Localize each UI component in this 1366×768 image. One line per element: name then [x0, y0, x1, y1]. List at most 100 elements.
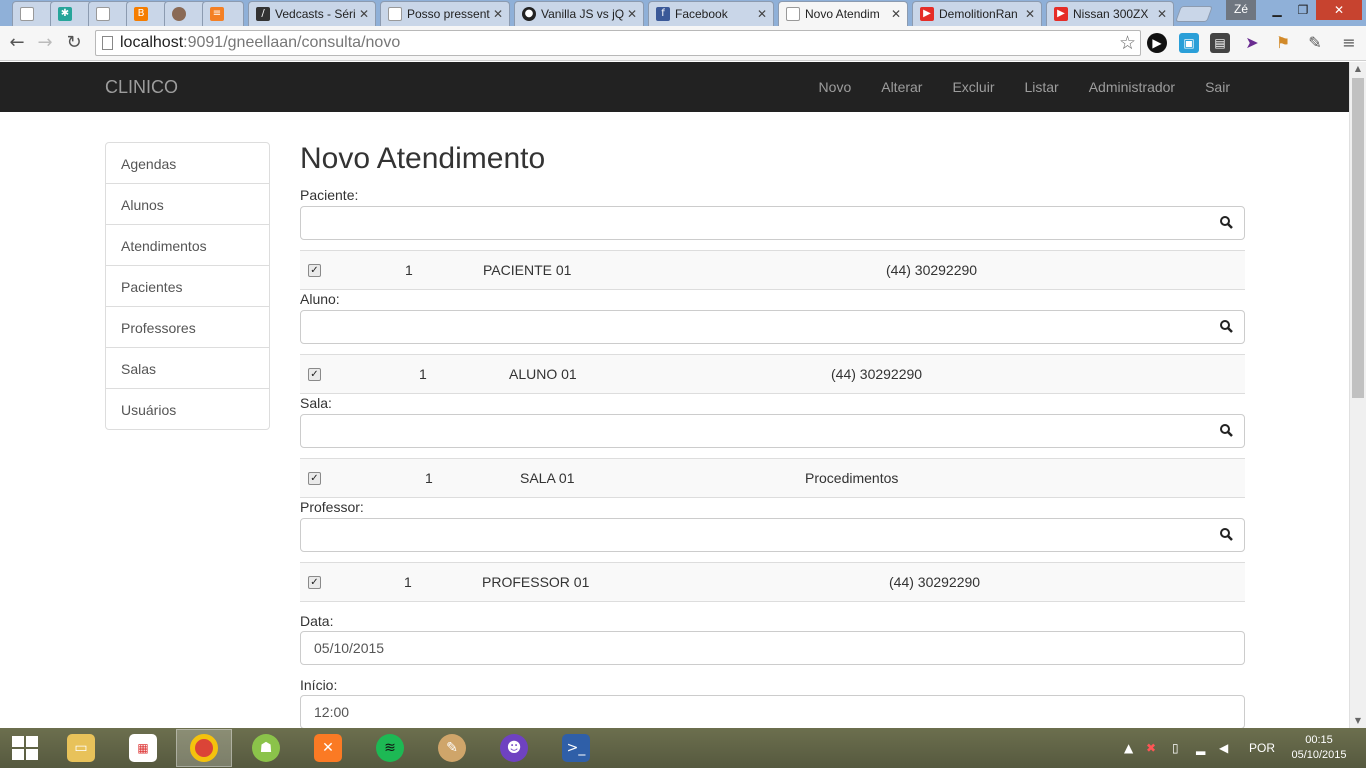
- taskbar-xampp[interactable]: ✕: [300, 729, 356, 767]
- taskbar-powershell[interactable]: >_: [548, 729, 604, 767]
- back-arrow-icon[interactable]: ←: [5, 31, 29, 55]
- nav-administrador[interactable]: Administrador: [1074, 62, 1190, 112]
- tab-title: DemolitionRan: [939, 7, 1018, 21]
- aluno-label: Aluno:: [300, 291, 340, 307]
- sidebar-item-usuarios[interactable]: Usuários: [105, 388, 270, 430]
- volume-icon[interactable]: ◀: [1219, 728, 1228, 768]
- close-icon[interactable]: ✕: [357, 7, 371, 21]
- professor-checkbox[interactable]: ✓: [308, 576, 321, 589]
- page-title: Novo Atendimento: [300, 142, 546, 175]
- tab-title: Posso pressent: [407, 7, 490, 21]
- forward-arrow-icon[interactable]: →: [33, 31, 57, 55]
- reload-icon[interactable]: ↻: [62, 31, 86, 55]
- taskbar-file-explorer[interactable]: ▭: [53, 729, 109, 767]
- browser-tab-1[interactable]: [12, 1, 54, 26]
- bookmark-star-icon[interactable]: ☆: [1119, 32, 1136, 54]
- taskbar-github-desktop[interactable]: ☻: [486, 729, 542, 767]
- sidebar-item-agendas[interactable]: Agendas: [105, 142, 270, 184]
- browser-tab-3[interactable]: [88, 1, 130, 26]
- browser-tab-4[interactable]: B: [126, 1, 168, 26]
- sidebar-item-pacientes[interactable]: Pacientes: [105, 265, 270, 307]
- menu-icon[interactable]: ≡: [1339, 33, 1359, 53]
- browser-tab-active[interactable]: Novo Atendim ✕: [778, 1, 908, 26]
- sidebar-item-atendimentos[interactable]: Atendimentos: [105, 224, 270, 266]
- close-icon[interactable]: ✕: [1023, 7, 1037, 21]
- nav-alterar[interactable]: Alterar: [866, 62, 937, 112]
- save-extension-icon[interactable]: ▣: [1179, 33, 1199, 53]
- sala-search-input[interactable]: [300, 414, 1245, 448]
- address-bar[interactable]: localhost:9091/gneellaan/consulta/novo ☆: [95, 30, 1141, 56]
- aluno-result-row[interactable]: ✓ 1 ALUNO 01 (44) 30292290: [300, 354, 1245, 394]
- taskbar-chrome[interactable]: [176, 729, 232, 767]
- sidebar-item-professores[interactable]: Professores: [105, 306, 270, 348]
- nav-listar[interactable]: Listar: [1009, 62, 1073, 112]
- sala-checkbox[interactable]: ✓: [308, 472, 321, 485]
- battery-icon[interactable]: ▯: [1172, 728, 1179, 768]
- aluno-checkbox[interactable]: ✓: [308, 368, 321, 381]
- signal-icon[interactable]: ▂: [1196, 728, 1205, 768]
- search-icon[interactable]: [1219, 215, 1235, 231]
- taskbar-paint[interactable]: ✎: [424, 729, 480, 767]
- browser-tab-12[interactable]: ▶ DemolitionRan ✕: [912, 1, 1042, 26]
- scroll-thumb[interactable]: [1352, 78, 1364, 398]
- play-extension-icon[interactable]: ▶: [1147, 33, 1167, 53]
- new-tab-button[interactable]: [1175, 6, 1213, 22]
- url-text[interactable]: localhost:9091/gneellaan/consulta/novo: [120, 34, 400, 52]
- close-icon[interactable]: ✕: [625, 7, 639, 21]
- close-icon[interactable]: ✕: [755, 7, 769, 21]
- browser-tab-9[interactable]: ● Vanilla JS vs jQ ✕: [514, 1, 644, 26]
- professor-label: Professor:: [300, 499, 364, 515]
- inicio-input[interactable]: 12:00: [300, 695, 1245, 728]
- nav-sair[interactable]: Sair: [1190, 62, 1245, 112]
- browser-tab-5[interactable]: [164, 1, 206, 26]
- browser-tab-13[interactable]: ▶ Nissan 300ZX ✕: [1046, 1, 1174, 26]
- film-extension-icon[interactable]: ▤: [1210, 33, 1230, 53]
- professor-search-input[interactable]: [300, 518, 1245, 552]
- taskbar-start-apps[interactable]: ▦: [115, 729, 171, 767]
- professor-result-row[interactable]: ✓ 1 PROFESSOR 01 (44) 30292290: [300, 562, 1245, 602]
- network-alert-icon[interactable]: ✖: [1146, 728, 1156, 768]
- nav-excluir[interactable]: Excluir: [937, 62, 1009, 112]
- browser-tab-10[interactable]: f Facebook ✕: [648, 1, 774, 26]
- scroll-down-icon[interactable]: ▼: [1350, 714, 1366, 728]
- search-icon[interactable]: [1219, 319, 1235, 335]
- paciente-search-input[interactable]: [300, 206, 1245, 240]
- system-clock[interactable]: 00:15 05/10/2015: [1284, 733, 1354, 763]
- scroll-up-icon[interactable]: ▲: [1350, 62, 1366, 76]
- window-close-icon[interactable]: ✕: [1316, 0, 1362, 20]
- sign-extension-icon[interactable]: ⚑: [1273, 33, 1293, 53]
- search-icon[interactable]: [1219, 527, 1235, 543]
- search-icon[interactable]: [1219, 423, 1235, 439]
- aluno-search-input[interactable]: [300, 310, 1245, 344]
- windows-start-icon[interactable]: [12, 736, 38, 760]
- page-scrollbar[interactable]: ▲ ▼: [1349, 62, 1366, 728]
- taskbar-spotify[interactable]: ≋: [362, 729, 418, 767]
- minimize-icon[interactable]: ▁: [1264, 0, 1290, 20]
- sidebar-item-alunos[interactable]: Alunos: [105, 183, 270, 225]
- taskbar-app-4[interactable]: ☗: [238, 729, 294, 767]
- brand[interactable]: CLINICO: [105, 77, 178, 98]
- browser-tab-8[interactable]: Posso pressent ✕: [380, 1, 510, 26]
- close-icon[interactable]: ✕: [1155, 7, 1169, 21]
- sala-result-row[interactable]: ✓ 1 SALA 01 Procedimentos: [300, 458, 1245, 498]
- paciente-id: 1: [405, 262, 413, 278]
- nav-novo[interactable]: Novo: [804, 62, 867, 112]
- close-icon[interactable]: ✕: [889, 7, 903, 21]
- profile-badge[interactable]: Zé: [1226, 0, 1256, 20]
- aluno-id: 1: [419, 366, 427, 382]
- browser-tab-6[interactable]: ≡: [202, 1, 244, 26]
- close-icon[interactable]: ✕: [491, 7, 505, 21]
- sidebar-item-salas[interactable]: Salas: [105, 347, 270, 389]
- arrow-extension-icon[interactable]: ➤: [1242, 33, 1262, 53]
- pen-extension-icon[interactable]: ✎: [1305, 33, 1325, 53]
- facebook-icon: f: [656, 7, 670, 21]
- restore-icon[interactable]: ❐: [1290, 0, 1316, 20]
- browser-tab-7[interactable]: / Vedcasts - Séri ✕: [248, 1, 376, 26]
- paciente-result-row[interactable]: ✓ 1 PACIENTE 01 (44) 30292290: [300, 250, 1245, 290]
- paciente-checkbox[interactable]: ✓: [308, 264, 321, 277]
- show-hidden-icons[interactable]: ▲: [1124, 728, 1133, 768]
- language-indicator[interactable]: POR: [1249, 728, 1275, 768]
- data-input[interactable]: 05/10/2015: [300, 631, 1245, 665]
- terminal-icon: >_: [562, 734, 590, 762]
- browser-tab-2[interactable]: ✱: [50, 1, 92, 26]
